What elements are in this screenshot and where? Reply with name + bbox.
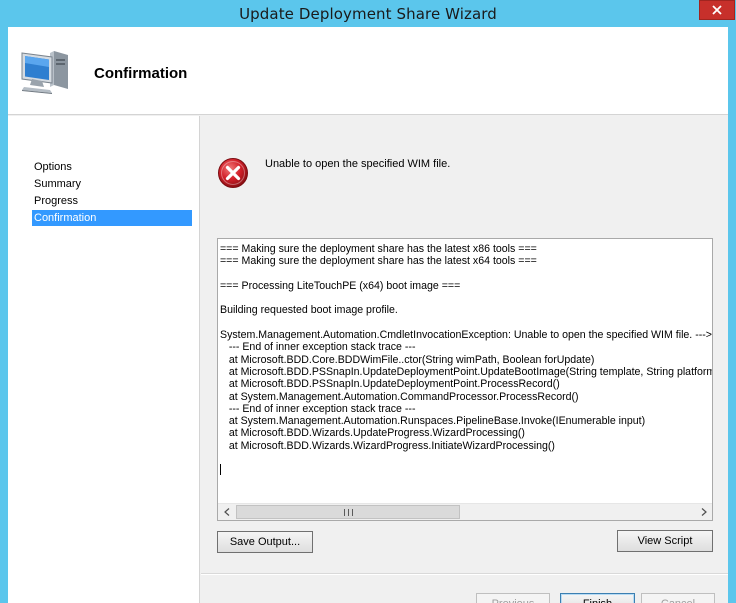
chevron-left-icon: [223, 508, 229, 516]
nav-item-confirmation[interactable]: Confirmation: [32, 210, 192, 226]
wizard-steps-nav: Options Summary Progress Confirmation: [8, 116, 200, 603]
log-output-textbox[interactable]: === Making sure the deployment share has…: [217, 238, 713, 521]
previous-button[interactable]: Previous: [476, 593, 550, 603]
computer-icon: [21, 51, 68, 94]
save-output-button[interactable]: Save Output...: [217, 531, 313, 553]
text-caret: [220, 464, 221, 475]
title-bar[interactable]: Update Deployment Share Wizard: [0, 0, 736, 27]
scroll-right-button[interactable]: [695, 504, 712, 520]
wizard-client-area: Confirmation Options Summary Progress Co…: [8, 27, 728, 603]
nav-item-options[interactable]: Options: [32, 159, 192, 175]
horizontal-scrollbar[interactable]: [218, 503, 712, 520]
page-title: Confirmation: [94, 65, 188, 82]
wizard-header: Confirmation: [8, 27, 728, 115]
wizard-window: Update Deployment Share Wizard Confirmat…: [0, 0, 736, 603]
finish-button[interactable]: Finish: [560, 593, 635, 603]
status-message: Unable to open the specified WIM file.: [265, 158, 451, 170]
error-icon: [218, 158, 248, 188]
chevron-right-icon: [701, 508, 707, 516]
nav-item-progress[interactable]: Progress: [32, 193, 192, 209]
grip-icon: [343, 508, 353, 516]
window-title: Update Deployment Share Wizard: [239, 5, 497, 23]
view-script-button[interactable]: View Script: [617, 530, 713, 552]
close-icon: [712, 5, 722, 15]
cancel-button[interactable]: Cancel: [641, 593, 715, 603]
nav-item-summary[interactable]: Summary: [32, 176, 192, 192]
wizard-content: Unable to open the specified WIM file. =…: [201, 116, 728, 603]
scroll-thumb[interactable]: [236, 505, 460, 519]
close-button[interactable]: [699, 0, 735, 20]
footer-divider-highlight: [201, 574, 728, 575]
log-text: === Making sure the deployment share has…: [220, 243, 712, 452]
scroll-left-button[interactable]: [218, 504, 235, 520]
